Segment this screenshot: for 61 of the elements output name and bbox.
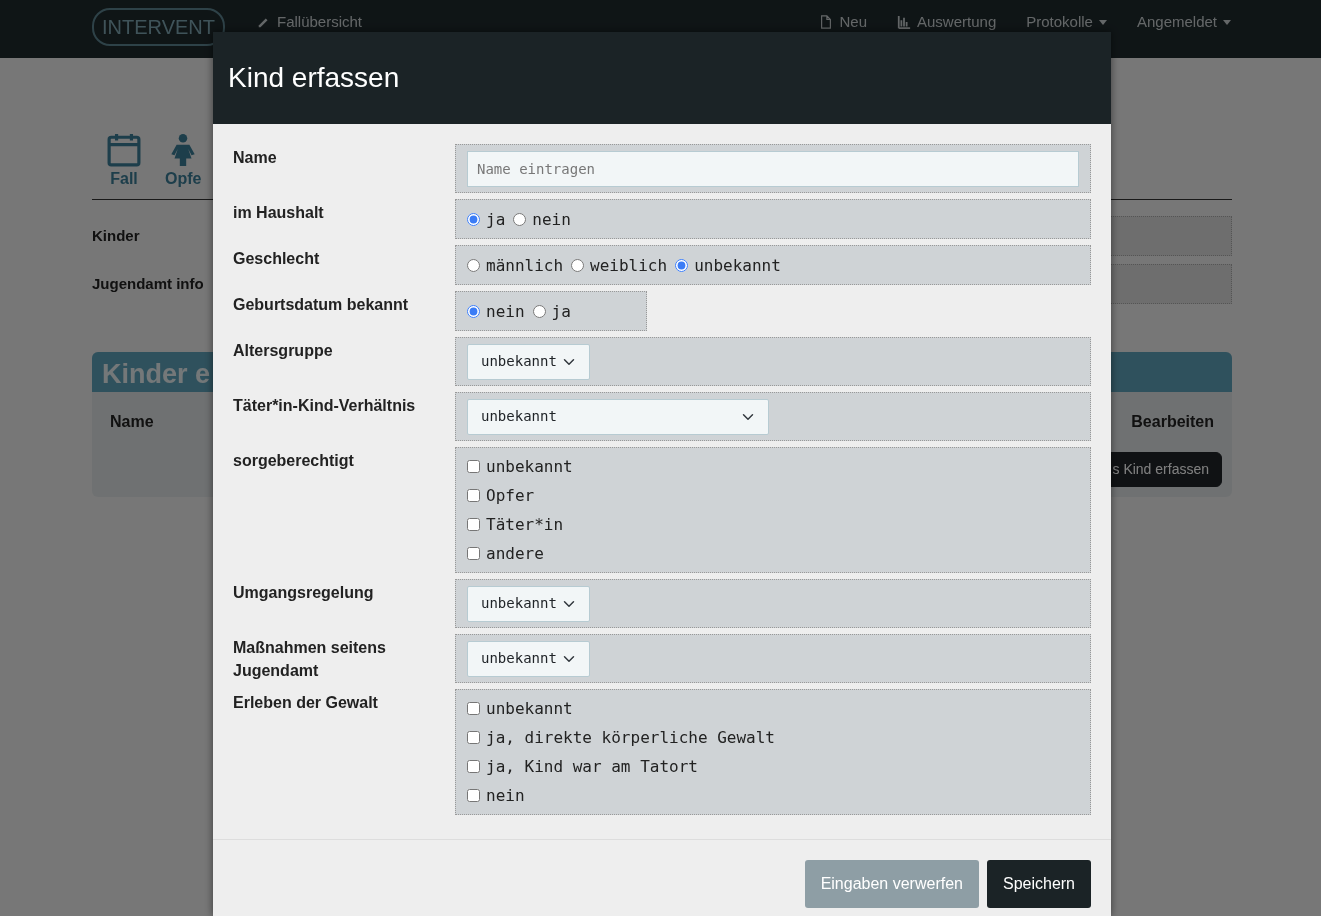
field-label: Täter*in-Kind-Verhältnis: [233, 396, 417, 416]
option-label: ja, Kind war am Tatort: [486, 756, 698, 778]
nav-link[interactable]: Protokolle: [1026, 11, 1107, 34]
radio-button[interactable]: [467, 212, 480, 226]
field-label: im Haushalt: [233, 203, 325, 223]
nav-link[interactable]: Auswertung: [897, 11, 997, 34]
radio-button[interactable]: [532, 304, 546, 318]
option-label: nein: [486, 300, 525, 323]
option-label: unbekannt: [486, 456, 573, 478]
checkbox[interactable]: [467, 518, 480, 531]
option-label: nein: [486, 785, 525, 807]
checkbox[interactable]: [467, 702, 480, 715]
option-label: weiblich: [590, 254, 668, 277]
tab[interactable]: Fall: [107, 133, 141, 191]
option-label: Täter*in: [486, 514, 564, 536]
field-label: Maßnahmen seitens Jugendamt: [233, 638, 387, 681]
checkbox[interactable]: [467, 489, 480, 502]
field-label: Umgangsregelung: [233, 583, 375, 603]
radio-button[interactable]: [467, 258, 480, 272]
calendar-icon: [107, 133, 141, 167]
nav-link[interactable]: Neu: [819, 11, 867, 34]
field-label: Geschlecht: [233, 249, 321, 269]
option-label: andere: [486, 543, 544, 565]
option-label: ja: [486, 208, 506, 231]
text-input[interactable]: Name eintragen: [467, 150, 1079, 187]
tab[interactable]: Opfe: [165, 133, 202, 191]
radio-button[interactable]: [513, 212, 527, 226]
checkbox[interactable]: [467, 760, 480, 773]
radio-button[interactable]: [675, 258, 689, 272]
option-label: männlich: [486, 254, 564, 277]
document-icon: [819, 15, 834, 30]
checkbox[interactable]: [467, 789, 480, 802]
column-header: Bearbeiten: [1131, 412, 1214, 432]
checkbox[interactable]: [467, 731, 480, 744]
option-label: nein: [532, 208, 571, 231]
radio-button[interactable]: [571, 258, 585, 272]
dropdown[interactable]: unbekannt: [467, 640, 590, 677]
field-label: Name: [233, 148, 278, 168]
discard-button[interactable]: Eingaben verwerfen: [804, 860, 979, 908]
field-label: Erleben der Gewalt: [233, 693, 379, 713]
dropdown[interactable]: unbekannt: [467, 343, 590, 380]
save-button[interactable]: Speichern: [986, 860, 1091, 908]
nav-link[interactable]: Angemeldet: [1136, 11, 1231, 34]
bar-chart-icon: [897, 15, 911, 30]
checkbox[interactable]: [467, 460, 480, 473]
field-label: Geburtsdatum bekannt: [233, 295, 410, 315]
field-label: Kinder: [92, 225, 141, 246]
field-label: sorgeberechtigt: [233, 451, 355, 471]
radio-button[interactable]: [467, 304, 480, 318]
dropdown[interactable]: unbekannt: [467, 585, 590, 622]
option-label: ja, direkte körperliche Gewalt: [486, 727, 775, 749]
option-label: ja: [551, 300, 571, 323]
checkbox[interactable]: [467, 547, 480, 560]
field-label: Jugendamt info: [92, 273, 205, 294]
modal-title: Kind erfassen: [228, 61, 400, 95]
nav-link[interactable]: Fallübersicht: [257, 11, 363, 34]
option-label: Opfer: [486, 485, 535, 507]
option-label: unbekannt: [694, 254, 781, 277]
column-header: Name: [110, 412, 154, 432]
option-label: unbekannt: [486, 698, 573, 720]
dropdown[interactable]: unbekannt: [467, 398, 769, 435]
